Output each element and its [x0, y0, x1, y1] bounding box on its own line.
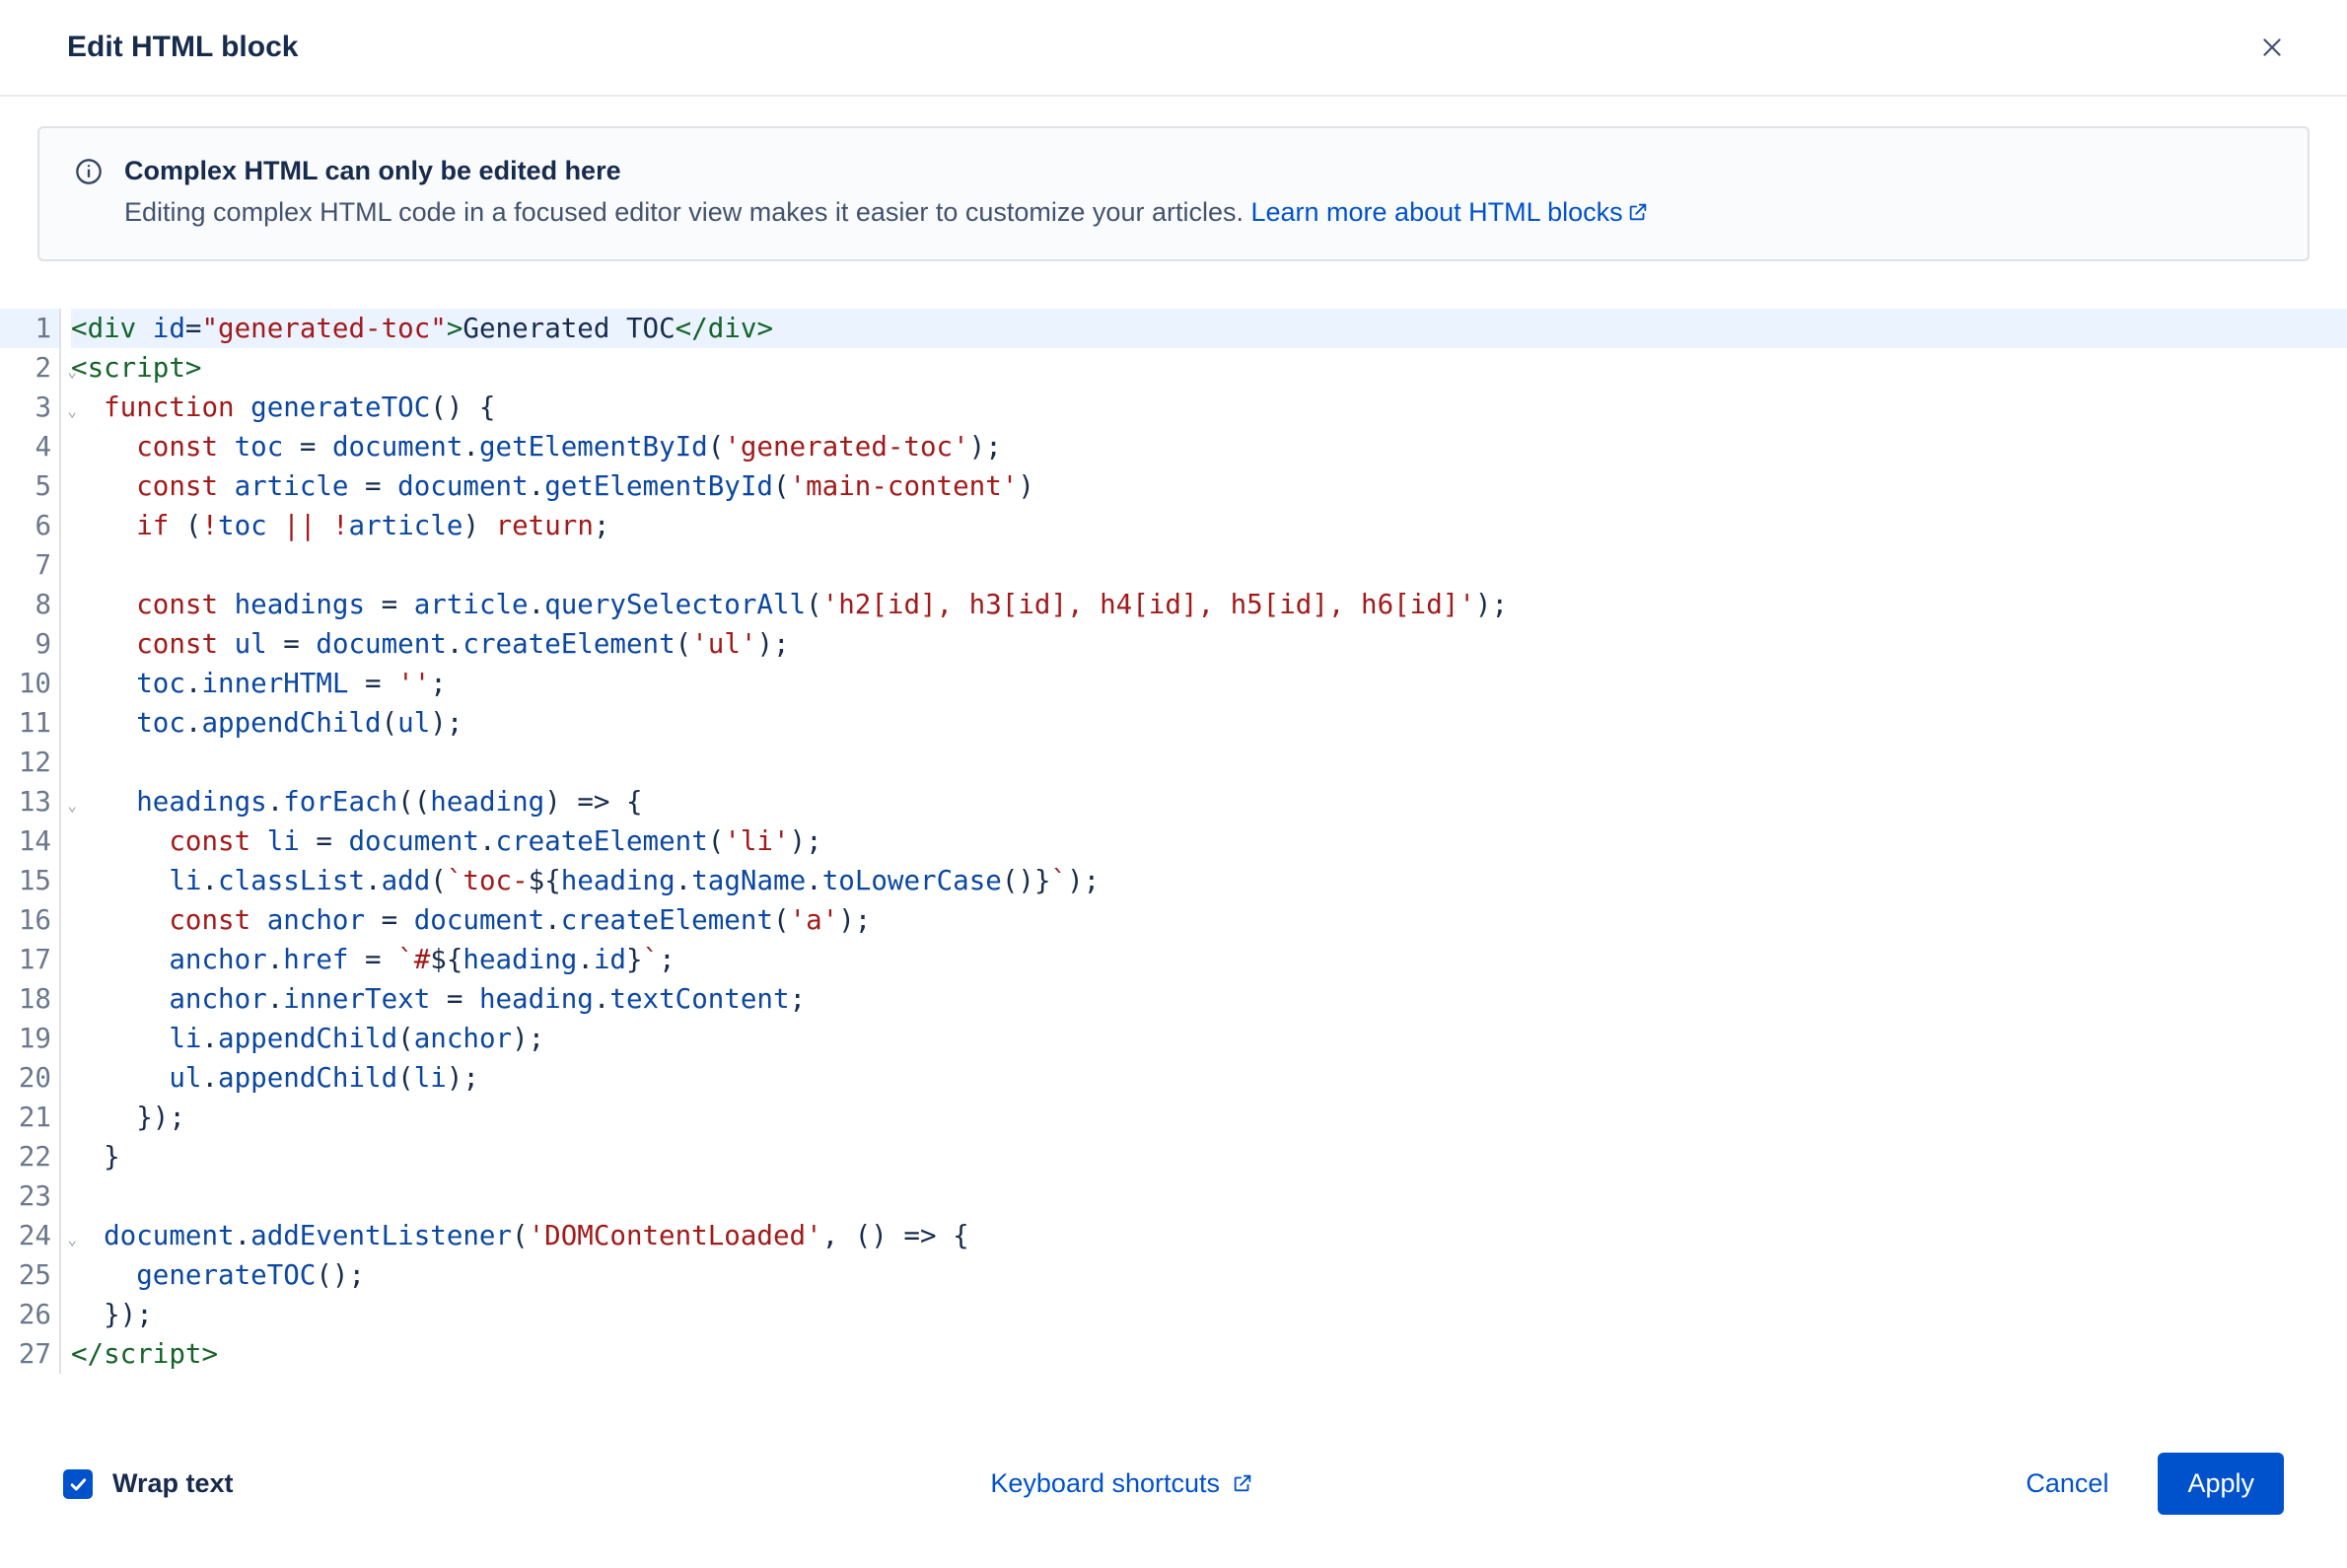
gutter-line: 19: [0, 1019, 59, 1058]
code-line[interactable]: anchor.href = `#${heading.id}`;: [71, 940, 2347, 979]
gutter-line: 12: [0, 743, 59, 782]
code-line[interactable]: toc.innerHTML = '';: [71, 664, 2347, 703]
close-icon: [2259, 35, 2285, 60]
code-line[interactable]: headings.forEach((heading) => {: [71, 782, 2347, 821]
gutter-line: 5: [0, 466, 59, 506]
dialog-header: Edit HTML block: [0, 0, 2347, 97]
check-icon: [68, 1474, 88, 1494]
gutter-line: 21: [0, 1098, 59, 1137]
gutter-line: 7: [0, 545, 59, 585]
gutter-line: 27: [0, 1334, 59, 1374]
gutter-line: 13⌄: [0, 782, 59, 821]
banner-text: Editing complex HTML code in a focused e…: [124, 194, 2272, 232]
keyboard-shortcuts-label: Keyboard shortcuts: [990, 1468, 1220, 1498]
code-line[interactable]: li.appendChild(anchor);: [71, 1019, 2347, 1058]
gutter-line: 8: [0, 585, 59, 624]
gutter-line: 9: [0, 624, 59, 664]
wrap-text-label: Wrap text: [112, 1468, 234, 1499]
gutter-line: 15: [0, 861, 59, 900]
gutter-line: 1: [0, 309, 59, 348]
code-line[interactable]: [71, 545, 2347, 585]
gutter-line: 11: [0, 703, 59, 743]
code-line[interactable]: </script>: [71, 1334, 2347, 1374]
code-line[interactable]: if (!toc || !article) return;: [71, 506, 2347, 545]
code-line[interactable]: const anchor = document.createElement('a…: [71, 900, 2347, 940]
fold-chevron-icon[interactable]: ⌄: [67, 786, 77, 825]
code-editor[interactable]: 12⌄3⌄45678910111213⌄14151617181920212223…: [0, 309, 2347, 1374]
code-line[interactable]: const li = document.createElement('li');: [71, 821, 2347, 861]
editor-gutter: 12⌄3⌄45678910111213⌄14151617181920212223…: [0, 309, 61, 1374]
code-line[interactable]: <script>: [71, 348, 2347, 388]
external-link-icon: [1232, 1470, 1253, 1492]
code-line[interactable]: function generateTOC() {: [71, 388, 2347, 427]
gutter-line: 16: [0, 900, 59, 940]
gutter-line: 4: [0, 427, 59, 466]
code-line[interactable]: <div id="generated-toc">Generated TOC</d…: [71, 309, 2347, 348]
apply-button[interactable]: Apply: [2158, 1453, 2284, 1515]
code-line[interactable]: li.classList.add(`toc-${heading.tagName.…: [71, 861, 2347, 900]
banner-title: Complex HTML can only be edited here: [124, 156, 2272, 186]
code-line[interactable]: }: [71, 1137, 2347, 1176]
code-line[interactable]: document.addEventListener('DOMContentLoa…: [71, 1216, 2347, 1255]
fold-chevron-icon[interactable]: ⌄: [67, 1220, 77, 1259]
code-line[interactable]: });: [71, 1295, 2347, 1334]
gutter-line: 18: [0, 979, 59, 1019]
dialog-title: Edit HTML block: [67, 31, 298, 64]
wrap-text-checkbox[interactable]: [63, 1469, 93, 1499]
code-line[interactable]: });: [71, 1098, 2347, 1137]
editor-code-area[interactable]: <div id="generated-toc">Generated TOC</d…: [61, 309, 2347, 1374]
gutter-line: 10: [0, 664, 59, 703]
gutter-line: 25: [0, 1255, 59, 1295]
gutter-line: 24⌄: [0, 1216, 59, 1255]
gutter-line: 20: [0, 1058, 59, 1098]
external-link-icon: [1627, 196, 1649, 218]
cancel-button[interactable]: Cancel: [2010, 1455, 2124, 1513]
gutter-line: 14: [0, 821, 59, 861]
close-button[interactable]: [2252, 28, 2292, 67]
fold-chevron-icon[interactable]: ⌄: [67, 352, 77, 392]
gutter-line: 6: [0, 506, 59, 545]
code-line[interactable]: [71, 743, 2347, 782]
code-line[interactable]: const headings = article.querySelectorAl…: [71, 585, 2347, 624]
keyboard-shortcuts-link[interactable]: Keyboard shortcuts: [990, 1468, 1252, 1498]
gutter-line: 17: [0, 940, 59, 979]
code-line[interactable]: const toc = document.getElementById('gen…: [71, 427, 2347, 466]
code-line[interactable]: const article = document.getElementById(…: [71, 466, 2347, 506]
code-line[interactable]: anchor.innerText = heading.textContent;: [71, 979, 2347, 1019]
gutter-line: 23: [0, 1176, 59, 1216]
dialog-footer: Wrap text Keyboard shortcuts Cancel Appl…: [0, 1425, 2347, 1568]
code-line[interactable]: [71, 1176, 2347, 1216]
code-line[interactable]: toc.appendChild(ul);: [71, 703, 2347, 743]
learn-more-link[interactable]: Learn more about HTML blocks: [1250, 197, 1648, 227]
info-banner: Complex HTML can only be edited here Edi…: [37, 126, 2310, 261]
info-icon: [75, 158, 103, 185]
gutter-line: 22: [0, 1137, 59, 1176]
fold-chevron-icon[interactable]: ⌄: [67, 392, 77, 431]
gutter-line: 2⌄: [0, 348, 59, 388]
gutter-line: 26: [0, 1295, 59, 1334]
gutter-line: 3⌄: [0, 388, 59, 427]
learn-more-label: Learn more about HTML blocks: [1250, 197, 1622, 227]
code-line[interactable]: generateTOC();: [71, 1255, 2347, 1295]
code-line[interactable]: const ul = document.createElement('ul');: [71, 624, 2347, 664]
code-line[interactable]: ul.appendChild(li);: [71, 1058, 2347, 1098]
banner-description: Editing complex HTML code in a focused e…: [124, 197, 1250, 227]
